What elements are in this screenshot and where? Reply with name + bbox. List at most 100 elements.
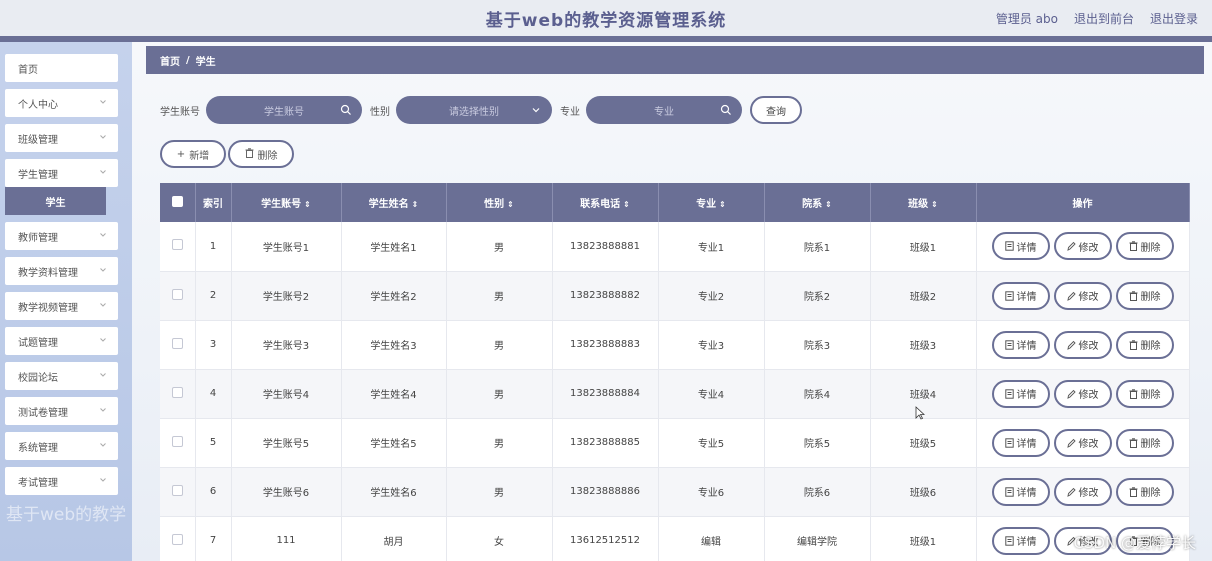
edit-button[interactable]: 修改 [1053, 281, 1112, 310]
detail-button[interactable]: 详情 [991, 526, 1050, 555]
row-select-cell[interactable] [160, 418, 196, 468]
sort-icon[interactable]: ⇕ [931, 200, 938, 209]
table-row[interactable]: 6 学生账号6 学生姓名6 男 13823888886 专业6 院系6 班级6 详情 修改 删除 [160, 467, 1190, 517]
sidebar-item[interactable]: 个人中心 [5, 89, 118, 117]
edit-button[interactable]: 修改 [1053, 428, 1112, 457]
detail-button[interactable]: 详情 [991, 281, 1050, 310]
column-header[interactable]: 联系电话 ⇕ [552, 183, 659, 222]
delete-button[interactable]: 删除 [1115, 379, 1174, 408]
delete-button[interactable]: 删除 [1115, 477, 1174, 506]
table-row[interactable]: 1 学生账号1 学生姓名1 男 13823888881 专业1 院系1 班级1 详情 修改 删除 [160, 222, 1190, 272]
edit-button[interactable]: 修改 [1053, 379, 1112, 408]
column-header-label: 索引 [203, 199, 223, 210]
row-select-cell[interactable] [160, 369, 196, 419]
table-cell: 13612512512 [552, 516, 659, 561]
sidebar-item[interactable]: 教学资料管理 [5, 257, 118, 285]
sidebar-subitem-student[interactable]: 学生 [5, 187, 106, 215]
detail-button[interactable]: 详情 [991, 428, 1050, 457]
row-select-cell[interactable] [160, 467, 196, 517]
column-header[interactable]: 班级 ⇕ [870, 183, 977, 222]
table-row[interactable]: 2 学生账号2 学生姓名2 男 13823888882 专业2 院系2 班级2 详情 修改 删除 [160, 271, 1190, 321]
row-checkbox[interactable] [171, 337, 183, 349]
table-row[interactable]: 5 学生账号5 学生姓名5 男 13823888885 专业5 院系5 班级5 详情 修改 删除 [160, 418, 1190, 468]
table-header-row: 索引 学生账号 ⇕ 学生姓名 ⇕ 性别 ⇕ 联系电话 ⇕ 专业 ⇕ 院系 ⇕ 班级 ⇕ 操作 [160, 183, 1190, 222]
row-checkbox[interactable] [171, 533, 183, 545]
major-search-input[interactable]: 专业 [586, 96, 742, 124]
detail-button[interactable]: 详情 [991, 330, 1050, 359]
sort-icon[interactable]: ⇕ [412, 200, 419, 209]
account-search-input[interactable]: 学生账号 [206, 96, 362, 124]
sidebar-item[interactable]: 系统管理 [5, 432, 118, 460]
row-select-cell[interactable] [160, 320, 196, 370]
row-select-cell[interactable] [160, 222, 196, 272]
column-header[interactable]: 专业 ⇕ [658, 183, 765, 222]
column-header-label: 班级 [908, 199, 929, 210]
search-icon [720, 104, 732, 116]
sort-icon[interactable]: ⇕ [719, 200, 726, 209]
sidebar-item[interactable]: 校园论坛 [5, 362, 118, 390]
sidebar-item[interactable]: 试题管理 [5, 327, 118, 355]
row-checkbox[interactable] [171, 435, 183, 447]
logout-link[interactable]: 退出登录 [1150, 10, 1198, 27]
sort-icon[interactable]: ⇕ [825, 200, 832, 209]
row-checkbox[interactable] [171, 484, 183, 496]
table-cell: 13823888885 [552, 418, 659, 468]
row-checkbox[interactable] [171, 386, 183, 398]
sort-icon[interactable]: ⇕ [623, 200, 630, 209]
breadcrumb-home[interactable]: 首页 [160, 53, 180, 68]
admin-user-label[interactable]: 管理员 abo [996, 10, 1058, 27]
row-checkbox[interactable] [171, 239, 183, 251]
edit-button[interactable]: 修改 [1053, 526, 1112, 555]
add-button[interactable]: + 新增 [160, 140, 226, 168]
row-select-cell[interactable] [160, 271, 196, 321]
sidebar-item[interactable]: 教学视频管理 [5, 292, 118, 320]
column-header[interactable]: 性别 ⇕ [446, 183, 553, 222]
delete-button[interactable]: 删除 [1115, 428, 1174, 457]
table-cell: 专业5 [658, 418, 765, 468]
table-cell: 13823888882 [552, 271, 659, 321]
select-all-checkbox[interactable] [171, 195, 183, 207]
detail-button[interactable]: 详情 [991, 232, 1050, 261]
sidebar-item[interactable]: 班级管理 [5, 124, 118, 152]
chevron-down-icon [98, 167, 108, 177]
edit-button[interactable]: 修改 [1053, 232, 1112, 261]
sidebar-item[interactable]: 考试管理 [5, 467, 118, 495]
select-all-header[interactable] [160, 183, 196, 222]
table-row[interactable]: 3 学生账号3 学生姓名3 男 13823888883 专业3 院系3 班级3 详情 修改 删除 [160, 320, 1190, 370]
edit-button[interactable]: 修改 [1053, 477, 1112, 506]
delete-button[interactable]: 删除 [1115, 330, 1174, 359]
plus-icon: + [176, 148, 186, 160]
main-content: 首页 / 学生 学生账号 学生账号 性别 请选择性别 专业 专业 查询 + 新增… [132, 42, 1212, 561]
row-actions: 详情 修改 删除 [976, 516, 1190, 561]
row-actions: 详情 修改 删除 [976, 222, 1190, 272]
sort-icon[interactable]: ⇕ [304, 200, 311, 209]
batch-delete-button[interactable]: 删除 [228, 140, 294, 168]
query-button[interactable]: 查询 [750, 96, 802, 124]
table-row[interactable]: 7 111 胡月女 13612512512 编辑 编辑学院 班级1 详情 修改 删除 [160, 516, 1190, 561]
detail-button[interactable]: 详情 [991, 477, 1050, 506]
delete-button[interactable]: 删除 [1115, 526, 1174, 555]
sidebar-item[interactable]: 首页 [5, 54, 118, 82]
sidebar-item[interactable]: 教师管理 [5, 222, 118, 250]
column-header[interactable]: 学生账号 ⇕ [231, 183, 342, 222]
edit-button[interactable]: 修改 [1053, 330, 1112, 359]
exit-to-front-link[interactable]: 退出到前台 [1074, 10, 1134, 27]
sidebar-item-label: 教师管理 [18, 232, 58, 244]
table-cell: 2 [195, 271, 232, 321]
sidebar-item[interactable]: 学生管理 [5, 159, 118, 187]
row-checkbox[interactable] [171, 288, 183, 300]
detail-button[interactable]: 详情 [991, 379, 1050, 408]
sort-icon[interactable]: ⇕ [507, 200, 514, 209]
column-header[interactable]: 学生姓名 ⇕ [341, 183, 447, 222]
table-cell: 学生姓名4 [341, 369, 447, 419]
table-cell: 13823888883 [552, 320, 659, 370]
delete-button[interactable]: 删除 [1115, 232, 1174, 261]
sidebar-item-label: 试题管理 [18, 337, 58, 349]
column-header[interactable]: 院系 ⇕ [764, 183, 871, 222]
row-select-cell[interactable] [160, 516, 196, 561]
sidebar-item[interactable]: 测试卷管理 [5, 397, 118, 425]
table-row[interactable]: 4 学生账号4 学生姓名4 男 13823888884 专业4 院系4 班级4 详情 修改 删除 [160, 369, 1190, 419]
delete-button[interactable]: 删除 [1115, 281, 1174, 310]
gender-select[interactable]: 请选择性别 [396, 96, 552, 124]
table-cell: 男 [446, 320, 553, 370]
